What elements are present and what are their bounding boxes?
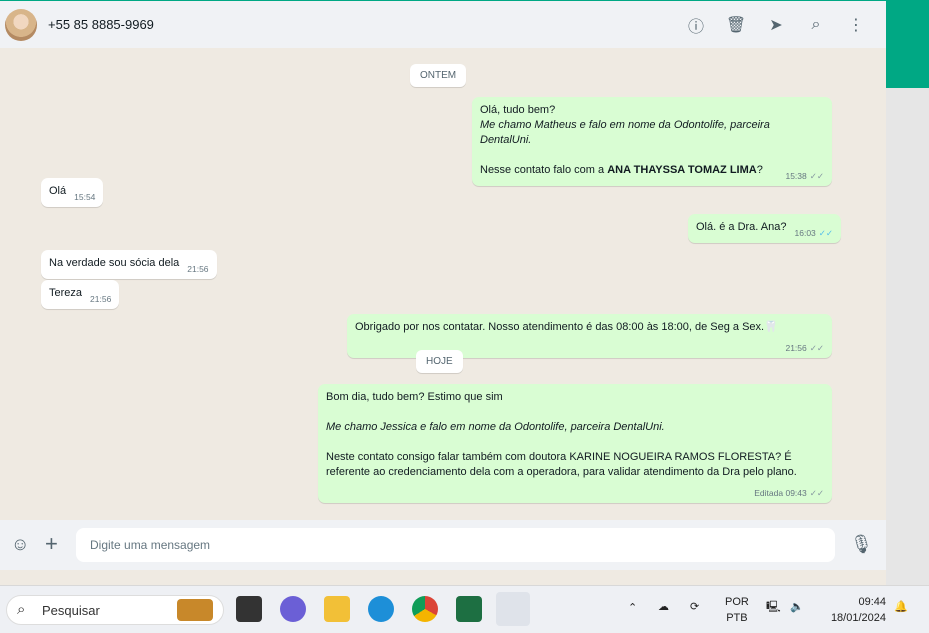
message-text: Olá. é a Dra. Ana?: [696, 221, 787, 233]
contact-name[interactable]: +55 85 8885-9969: [48, 17, 154, 32]
task-view-icon[interactable]: [236, 596, 262, 622]
double-check-icon: ✓✓: [809, 488, 824, 497]
plus-icon[interactable]: +: [45, 531, 58, 557]
volume-icon[interactable]: 🔈: [790, 599, 804, 615]
briefcase-icon: [177, 599, 213, 621]
file-explorer-icon[interactable]: [324, 596, 350, 622]
whatsapp-window: +55 85 8885-9969 ⓘ 🗑 ➤ ⌕ ⋮ ONTEM Olá, tu…: [0, 0, 886, 585]
info-icon[interactable]: ⓘ: [686, 15, 706, 36]
message-list: ONTEM Olá, tudo bem? Me chamo Matheus e …: [0, 48, 886, 520]
message-text: Olá: [49, 185, 67, 197]
double-check-icon: ✓✓: [809, 171, 824, 181]
search-icon: ⌕: [17, 601, 26, 618]
network-icon[interactable]: 🖳: [766, 599, 781, 615]
more-icon[interactable]: ⋮: [846, 15, 866, 35]
double-check-icon: ✓✓: [809, 343, 824, 353]
message-outgoing[interactable]: Olá. é a Dra. Ana? 16:03 ✓✓: [688, 214, 842, 243]
snipping-tool-icon[interactable]: [496, 592, 530, 626]
chat-header: +55 85 8885-9969 ⓘ 🗑 ➤ ⌕ ⋮: [0, 0, 886, 48]
message-outgoing[interactable]: Olá, tudo bem? Me chamo Matheus e falo e…: [472, 97, 832, 186]
message-incoming[interactable]: Tereza 21:56: [41, 280, 120, 309]
message-text: Bom dia, tudo bem? Estimo que sim: [326, 391, 503, 403]
day-separator: ONTEM: [410, 64, 467, 87]
emoji-icon[interactable]: ☺: [11, 534, 29, 555]
edge-icon[interactable]: [368, 596, 394, 622]
trash-icon[interactable]: 🗑: [726, 15, 746, 35]
taskbar: ⌕ Pesquisar ⌃ ☁ ⟳ POR PTB 🖳 🔈 09:44 18/01/…: [0, 585, 929, 633]
compose-bar: ☺ + Digite uma mensagem 🎙: [0, 520, 886, 570]
label-icon[interactable]: ➤: [766, 15, 786, 35]
message-text: Na verdade sou sócia dela: [49, 257, 180, 269]
notification-bell-icon[interactable]: 🔔: [894, 599, 908, 615]
message-text: Nesse contato falo com a ANA THAYSSA TOM…: [480, 164, 824, 181]
double-check-icon: ✓✓: [818, 228, 834, 238]
message-text: Olá, tudo bem?: [480, 104, 556, 116]
chevron-up-icon[interactable]: ⌃: [628, 600, 637, 616]
clock[interactable]: 09:44 18/01/2024: [822, 594, 886, 626]
teams-icon[interactable]: [280, 596, 306, 622]
excel-icon[interactable]: [456, 596, 482, 622]
sync-icon[interactable]: ⟳: [690, 599, 699, 615]
message-text: Me chamo Jessica e falo em nome da Odont…: [326, 421, 665, 433]
background-panel: [886, 88, 929, 585]
message-text: Tereza: [49, 287, 83, 299]
search-icon[interactable]: ⌕: [806, 15, 826, 35]
message-incoming[interactable]: Olá 15:54: [41, 178, 104, 207]
message-text: Me chamo Matheus e falo em nome da Odont…: [480, 119, 770, 146]
onedrive-icon[interactable]: ☁: [658, 599, 669, 615]
taskbar-search[interactable]: ⌕ Pesquisar: [6, 595, 224, 625]
message-outgoing[interactable]: Bom dia, tudo bem? Estimo que sim Me cha…: [318, 384, 832, 503]
message-incoming[interactable]: Na verdade sou sócia dela 21:56: [41, 250, 217, 279]
microphone-icon[interactable]: 🎙: [850, 534, 873, 555]
app-accent-bar: [886, 0, 929, 88]
message-input[interactable]: Digite uma mensagem: [76, 528, 835, 562]
day-separator: HOJE: [416, 350, 463, 373]
chrome-icon[interactable]: [412, 596, 438, 622]
message-text: Neste contato consigo falar também com d…: [326, 451, 797, 478]
avatar[interactable]: [5, 9, 37, 41]
language-indicator[interactable]: POR PTB: [725, 594, 749, 626]
message-text: Obrigado por nos contatar. Nosso atendim…: [355, 321, 778, 333]
